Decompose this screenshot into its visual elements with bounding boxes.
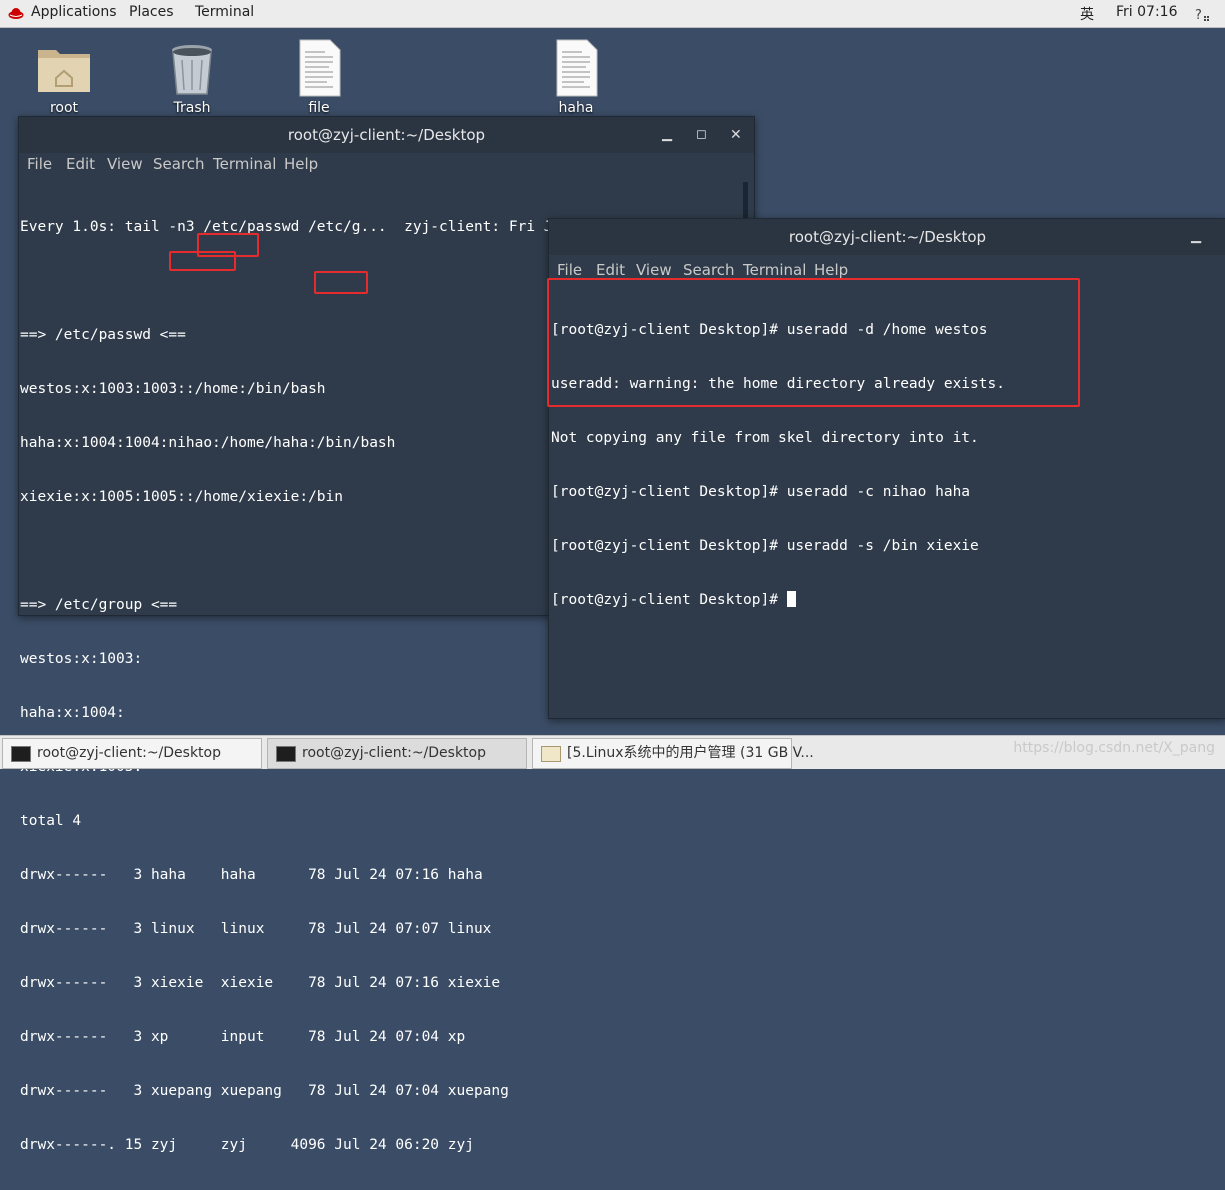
desktop-icon-label: file bbox=[308, 100, 330, 116]
menu-search[interactable]: Search bbox=[683, 261, 735, 279]
input-method-indicator[interactable]: 英 bbox=[1080, 4, 1094, 24]
applications-menu[interactable]: Applications bbox=[31, 4, 117, 20]
text-editor-icon bbox=[541, 746, 561, 762]
taskbar-item-label: root@zyj-client:~/Desktop bbox=[37, 745, 221, 761]
terminal-window-commands[interactable]: root@zyj-client:~/Desktop ▁ File Edit Vi… bbox=[547, 218, 1225, 719]
menu-view[interactable]: View bbox=[107, 155, 143, 173]
terminal-line: [root@zyj-client Desktop]# useradd -s /b… bbox=[551, 538, 979, 554]
text-cursor bbox=[786, 591, 796, 607]
clock[interactable]: Fri 07:16 bbox=[1116, 4, 1177, 20]
highlight-box bbox=[547, 278, 1080, 407]
taskbar-item-label: [5.Linux系统中的用户管理 (31 GB V... bbox=[567, 745, 814, 761]
minimize-icon[interactable]: ▁ bbox=[662, 117, 672, 153]
terminal-line: [root@zyj-client Desktop]# bbox=[551, 591, 1005, 609]
desktop-icon-root[interactable]: root bbox=[19, 38, 109, 116]
system-menu-icon[interactable]: ? bbox=[1193, 5, 1211, 23]
desktop-icon-trash[interactable]: Trash bbox=[147, 38, 237, 116]
terminal-menubar: File Edit View Search Terminal Help bbox=[19, 153, 754, 175]
window-title: root@zyj-client:~/Desktop bbox=[287, 126, 486, 144]
taskbar-item-terminal-2[interactable]: root@zyj-client:~/Desktop bbox=[267, 738, 527, 769]
window-titlebar[interactable]: root@zyj-client:~/Desktop ▁ bbox=[549, 219, 1225, 255]
trash-icon bbox=[172, 45, 212, 95]
window-titlebar[interactable]: root@zyj-client:~/Desktop ▁ ◻ ✕ bbox=[19, 117, 754, 153]
terminal-line: drwx------ 3 xiexie xiexie 78 Jul 24 07:… bbox=[20, 975, 501, 991]
terminal-icon bbox=[11, 746, 31, 762]
close-icon[interactable]: ✕ bbox=[730, 117, 742, 153]
taskbar-item-label: root@zyj-client:~/Desktop bbox=[302, 745, 486, 761]
desktop-icon-label: root bbox=[49, 100, 79, 116]
terminal-icon bbox=[276, 746, 296, 762]
top-panel: Applications Places Terminal 英 Fri 07:16… bbox=[0, 0, 1225, 28]
home-folder-icon bbox=[38, 50, 90, 92]
terminal-line: drwx------. 15 zyj zyj 4096 Jul 24 06:20… bbox=[20, 1137, 474, 1153]
menu-help[interactable]: Help bbox=[284, 155, 318, 173]
terminal-line: Not copying any file from skel directory… bbox=[551, 430, 979, 446]
desktop-icon-file[interactable]: file bbox=[274, 38, 364, 116]
terminal-line: drwx------ 3 haha haha 78 Jul 24 07:16 h… bbox=[20, 867, 483, 883]
terminal-line: drwx------ 3 xuepang xuepang 78 Jul 24 0… bbox=[20, 1083, 509, 1099]
taskbar-item-terminal-1[interactable]: root@zyj-client:~/Desktop bbox=[2, 738, 262, 769]
terminal-prompt: [root@zyj-client Desktop]# bbox=[551, 592, 787, 608]
menu-edit[interactable]: Edit bbox=[66, 155, 95, 173]
places-menu[interactable]: Places bbox=[129, 4, 174, 20]
terminal-line: total 4 bbox=[20, 813, 82, 829]
terminal-line: drwx------ 3 linux linux 78 Jul 24 07:07… bbox=[20, 921, 492, 937]
desktop-icon-label: haha bbox=[558, 100, 594, 116]
menu-terminal[interactable]: Terminal bbox=[213, 155, 276, 173]
text-file-icon bbox=[556, 39, 598, 97]
minimize-icon[interactable]: ▁ bbox=[1191, 219, 1201, 255]
terminal-menu[interactable]: Terminal bbox=[195, 4, 254, 20]
desktop-icon-label: Trash bbox=[173, 100, 211, 116]
menu-terminal[interactable]: Terminal bbox=[743, 261, 806, 279]
highlight-box bbox=[314, 271, 368, 294]
window-title: root@zyj-client:~/Desktop bbox=[788, 228, 987, 246]
watermark: https://blog.csdn.net/X_pang bbox=[1013, 740, 1215, 756]
menu-help[interactable]: Help bbox=[814, 261, 848, 279]
terminal-line: [root@zyj-client Desktop]# useradd -c ni… bbox=[551, 484, 971, 500]
menu-edit[interactable]: Edit bbox=[596, 261, 625, 279]
menu-file[interactable]: File bbox=[557, 261, 582, 279]
menu-file[interactable]: File bbox=[27, 155, 52, 173]
text-file-icon bbox=[299, 39, 341, 97]
desktop-icon-haha[interactable]: haha bbox=[531, 38, 621, 116]
terminal-line: drwx------ 3 xp input 78 Jul 24 07:04 xp bbox=[20, 1029, 466, 1045]
menu-search[interactable]: Search bbox=[153, 155, 205, 173]
highlight-box bbox=[169, 251, 236, 271]
redhat-logo-icon bbox=[8, 8, 24, 19]
svg-text:?: ? bbox=[1195, 8, 1202, 23]
menu-view[interactable]: View bbox=[636, 261, 672, 279]
taskbar-item-editor[interactable]: [5.Linux系统中的用户管理 (31 GB V... bbox=[532, 738, 814, 769]
maximize-icon[interactable]: ◻ bbox=[696, 117, 707, 153]
